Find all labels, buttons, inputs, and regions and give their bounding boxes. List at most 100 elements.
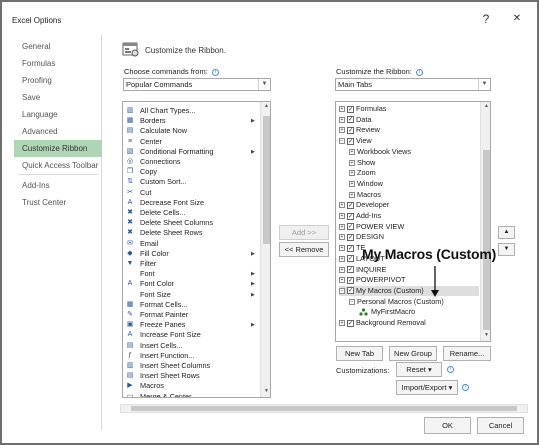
list-item[interactable]: ◆ Fill Color ▶ [125,249,265,259]
expand-icon[interactable]: + [339,223,345,230]
expand-icon[interactable]: + [339,320,345,327]
expand-icon[interactable]: + [349,148,355,155]
expand-icon[interactable]: + [349,170,355,177]
reset-button[interactable]: Reset ▾ [396,362,442,377]
ribbon-tabs-tree[interactable]: ▲ ▼ + ✓ Formulas + ✓ Data + ✓ Review − ✓ View + Workb… [335,101,491,342]
tab-checkbox[interactable]: ✓ [347,105,354,113]
list-item[interactable]: ▣ Freeze Panes ▶ [125,320,265,330]
list-item[interactable]: ❐ Copy [125,167,265,177]
list-item[interactable]: ▦ Format Cells... [125,300,265,310]
add-button[interactable]: Add >> [279,225,329,240]
tab-checkbox[interactable]: ✓ [347,276,354,284]
list-item[interactable]: A Increase Font Size [125,330,265,340]
tree-item[interactable]: + ✓ Background Removal [339,318,479,329]
tab-checkbox[interactable]: ✓ [347,287,354,295]
nav-item-quick-access-toolbar[interactable]: Quick Access Toolbar [14,157,102,174]
list-item[interactable]: ▤ Insert Cells... [125,341,265,351]
list-item[interactable]: ▼ Filter [125,259,265,269]
list-item[interactable]: ≡ Center [125,137,265,147]
tab-checkbox[interactable]: ✓ [347,201,354,209]
tree-item[interactable]: + ✓ Review [339,125,479,136]
list-item[interactable]: ⇅ Custom Sort... [125,177,265,187]
nav-item-general[interactable]: General [14,38,102,55]
tree-item[interactable]: + ✓ Formulas [339,104,479,115]
tree-item[interactable]: + ✓ DESIGN [339,232,479,243]
rename-button[interactable]: Rename... [443,346,491,361]
move-up-button[interactable]: ▲ [498,226,515,239]
collapse-icon[interactable]: − [339,287,345,294]
tree-item[interactable]: − ✓ My Macros (Custom) [339,285,479,297]
collapse-icon[interactable]: − [349,298,355,305]
tab-checkbox[interactable]: ✓ [347,116,354,124]
remove-button[interactable]: << Remove [279,242,329,257]
tree-item[interactable]: + ✓ Developer [339,200,479,211]
tree-item[interactable]: + Show [349,158,479,169]
list-item[interactable]: A Decrease Font Size [125,198,265,208]
tree-item[interactable]: + Macros [349,190,479,201]
nav-item-customize-ribbon[interactable]: Customize Ribbon [14,140,102,157]
nav-item-proofing[interactable]: Proofing [14,72,102,89]
tree-item[interactable]: MyFirstMacro [359,307,479,318]
expand-icon[interactable]: + [339,245,345,252]
list-item[interactable]: ▤ Insert Sheet Rows [125,371,265,381]
move-down-button[interactable]: ▼ [498,243,515,256]
list-item[interactable]: ✖ Delete Sheet Rows [125,228,265,238]
expand-icon[interactable]: + [339,202,345,209]
pane-horizontal-scrollbar[interactable] [120,404,528,413]
customize-ribbon-select[interactable]: Main Tabs ▼ [335,78,491,91]
list-item[interactable]: ◎ Connections [125,157,265,167]
scroll-down-icon[interactable]: ▼ [481,332,490,338]
choose-commands-select[interactable]: Popular Commands ▼ [123,78,271,91]
tree-item[interactable]: − ✓ View [339,136,479,147]
nav-item-language[interactable]: Language [14,106,102,123]
nav-item-formulas[interactable]: Formulas [14,55,102,72]
tab-checkbox[interactable]: ✓ [347,319,354,327]
scroll-thumb[interactable] [483,150,490,330]
list-item[interactable]: ▤ Calculate Now [125,126,265,136]
expand-icon[interactable]: + [339,266,345,273]
close-button[interactable]: ✕ [505,10,529,28]
list-item[interactable]: ▭ Merge & Center [125,392,265,397]
ok-button[interactable]: OK [424,417,471,434]
nav-item-trust-center[interactable]: Trust Center [14,194,102,211]
tree-item[interactable]: + Window [349,179,479,190]
list-item[interactable]: ✂ Cut [125,188,265,198]
list-item[interactable]: ✖ Delete Sheet Columns [125,218,265,228]
tree-item[interactable]: − Personal Macros (Custom) [349,297,479,308]
tree-item[interactable]: + ✓ POWERPIVOT [339,275,479,286]
expand-icon[interactable]: + [339,127,345,134]
collapse-icon[interactable]: − [339,138,345,145]
expand-icon[interactable]: + [339,255,345,262]
list-item[interactable]: ✖ Delete Cells... [125,208,265,218]
tab-checkbox[interactable]: ✓ [347,126,354,134]
tree-item[interactable]: + ✓ POWER VIEW [339,222,479,233]
list-item[interactable]: ✎ Format Painter [125,310,265,320]
tab-checkbox[interactable]: ✓ [347,255,354,263]
list-item[interactable]: ▥ Insert Sheet Columns [125,361,265,371]
nav-item-advanced[interactable]: Advanced [14,123,102,140]
tab-checkbox[interactable]: ✓ [347,223,354,231]
list-item[interactable]: ▶ Macros [125,381,265,391]
expand-icon[interactable]: + [349,159,355,166]
scroll-up-icon[interactable]: ▲ [481,103,490,109]
expand-icon[interactable]: + [349,180,355,187]
tree-scrollbar[interactable]: ▲ ▼ [480,102,490,341]
list-item[interactable]: ▧ Conditional Formatting ▶ [125,147,265,157]
tree-item[interactable]: + Workbook Views [349,147,479,158]
list-item[interactable]: Font ▶ [125,269,265,279]
cancel-button[interactable]: Cancel [477,417,524,434]
tab-checkbox[interactable]: ✓ [347,212,354,220]
expand-icon[interactable]: + [339,116,345,123]
expand-icon[interactable]: + [339,106,345,113]
commands-list[interactable]: ▲ ▼ ▥ All Chart Types... ▦ Borders ▶ ▤ Calcula… [122,101,271,398]
list-item[interactable]: ▥ All Chart Types... [125,106,265,116]
expand-icon[interactable]: + [349,191,355,198]
tree-item[interactable]: + ✓ INQUIRE [339,265,479,276]
import-export-button[interactable]: Import/Export ▾ [396,380,458,395]
tree-item[interactable]: + Zoom [349,168,479,179]
list-item[interactable]: ✉ Email [125,239,265,249]
tree-item[interactable]: + ✓ Data [339,115,479,126]
tab-checkbox[interactable]: ✓ [347,137,354,145]
nav-item-add-ins[interactable]: Add-Ins [14,177,102,194]
expand-icon[interactable]: + [339,234,345,241]
